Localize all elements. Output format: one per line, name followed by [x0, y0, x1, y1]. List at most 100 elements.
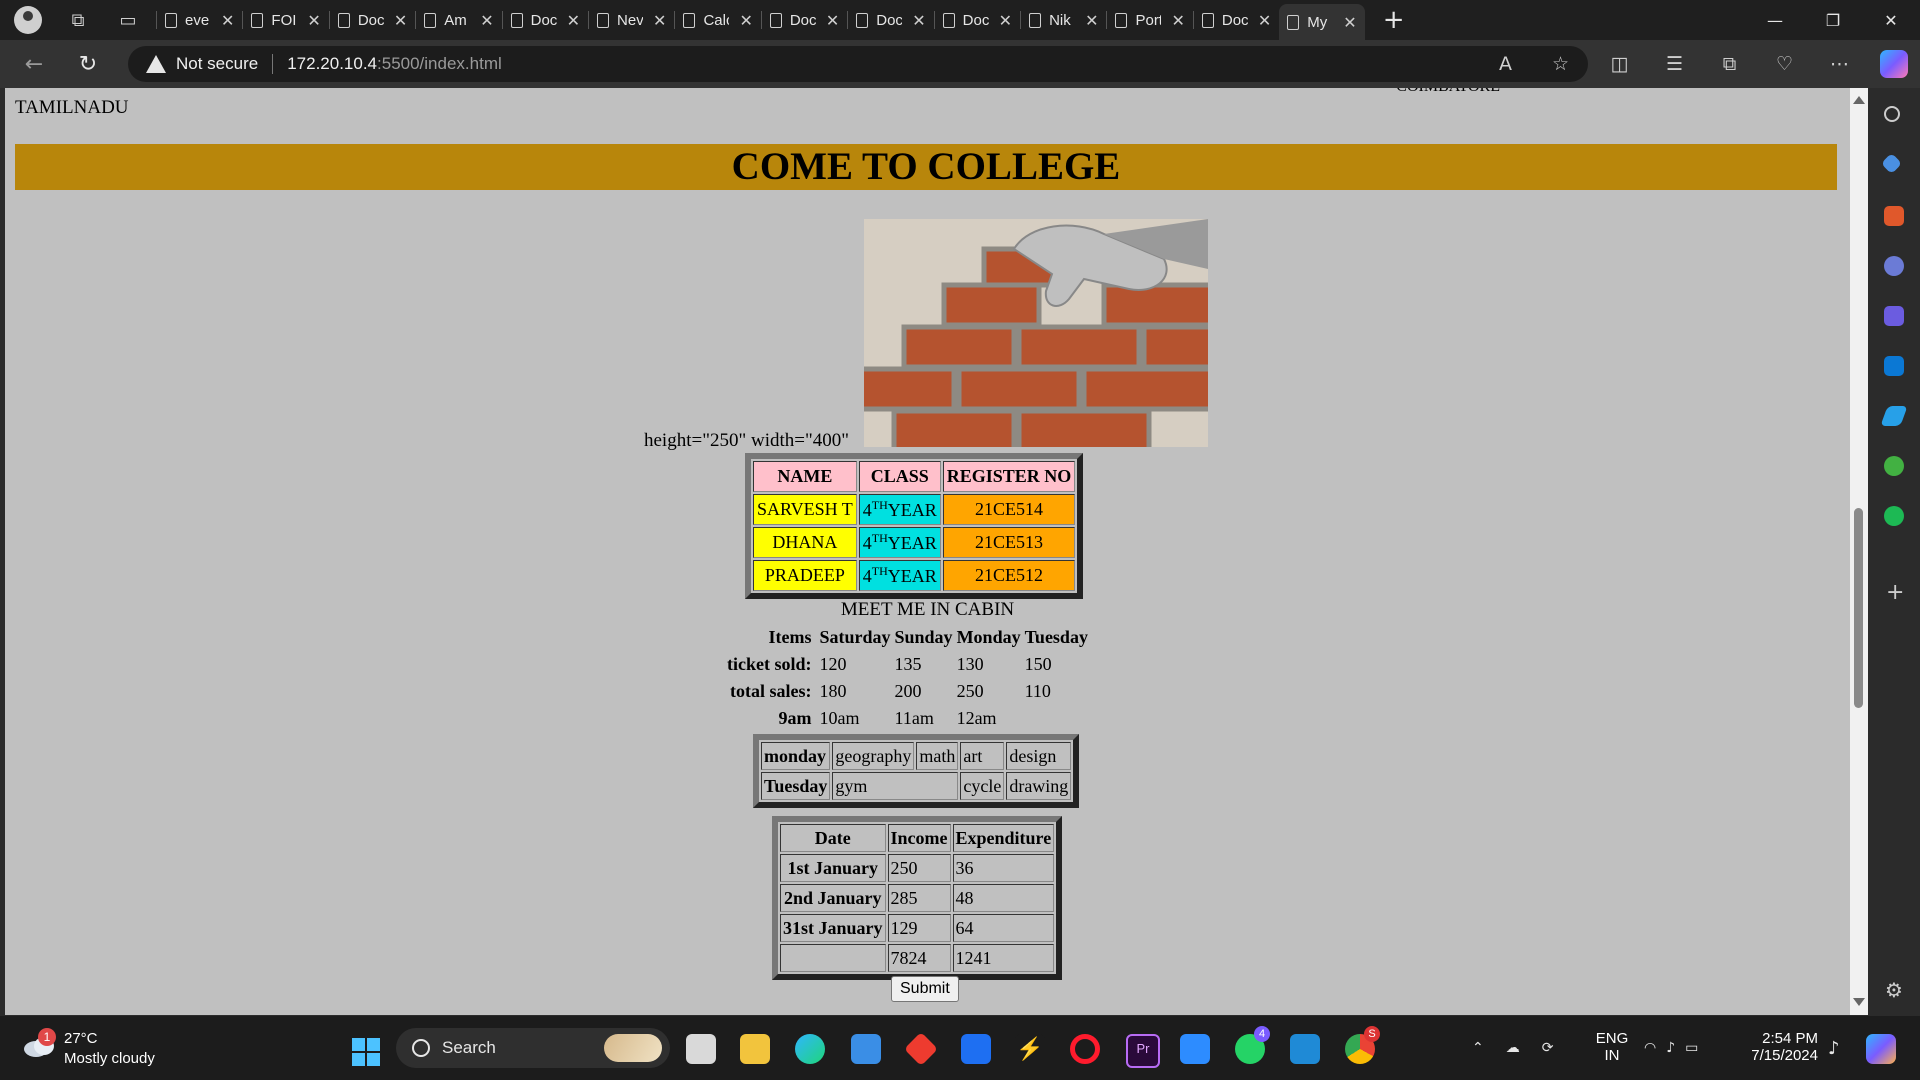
register-number-cell: 21CE512: [942, 560, 1076, 591]
finance-table: Date Income Expenditure 1st January 250 …: [772, 816, 1063, 980]
url-host[interactable]: 172.20.10.4: [287, 54, 377, 74]
sync-icon[interactable]: ⟳: [1542, 1040, 1554, 1056]
tab-actions-icon[interactable]: ▭: [114, 6, 142, 34]
close-tab-icon[interactable]: ✕: [1171, 11, 1184, 30]
file-explorer-icon[interactable]: [740, 1034, 770, 1064]
shopping-tag-icon[interactable]: [1880, 152, 1903, 175]
workspaces-icon[interactable]: ⧉: [64, 6, 92, 34]
security-label[interactable]: Not secure: [176, 54, 258, 74]
close-tab-icon[interactable]: ✕: [826, 11, 839, 30]
outlook-icon[interactable]: [1884, 356, 1904, 376]
premiere-pro-icon[interactable]: Pr: [1126, 1034, 1160, 1068]
scroll-down-icon[interactable]: [1853, 998, 1865, 1006]
table-header-row: Items Saturday Sunday Monday Tuesday: [727, 626, 1088, 649]
close-tab-icon[interactable]: ✕: [1343, 13, 1356, 32]
anydesk-icon[interactable]: [904, 1032, 938, 1066]
chrome-profile-badge: S: [1364, 1026, 1380, 1042]
close-tab-icon[interactable]: ✕: [307, 11, 320, 30]
new-tab-icon[interactable]: +: [1383, 5, 1405, 35]
games-icon[interactable]: [1884, 256, 1904, 276]
browser-tab[interactable]: Port ✕: [1107, 4, 1192, 36]
browser-essentials-icon[interactable]: ♡: [1757, 53, 1812, 75]
close-window-icon[interactable]: ✕: [1866, 0, 1916, 40]
taskbar-clock[interactable]: 2:54 PM 7/15/2024: [1742, 1030, 1818, 1064]
opera-icon[interactable]: [1070, 1034, 1100, 1064]
close-tab-icon[interactable]: ✕: [999, 11, 1012, 30]
copilot-taskbar-icon[interactable]: [1866, 1034, 1896, 1064]
collections-icon[interactable]: ⧉: [1702, 53, 1757, 75]
spotify-icon[interactable]: [1884, 506, 1904, 526]
network-volume-battery[interactable]: ◠ ♪ ▭: [1644, 1016, 1698, 1080]
browser-tab-active[interactable]: My ✕: [1279, 4, 1365, 40]
notification-bell-icon[interactable]: ♪: [1828, 1038, 1840, 1059]
split-screen-icon[interactable]: ◫: [1592, 53, 1647, 75]
edge-browser-icon[interactable]: [795, 1034, 825, 1064]
close-tab-icon[interactable]: ✕: [567, 11, 580, 30]
close-tab-icon[interactable]: ✕: [394, 11, 407, 30]
close-tab-icon[interactable]: ✕: [653, 11, 666, 30]
dropbox-icon[interactable]: [961, 1034, 991, 1064]
table-header-row: NAME CLASS REGISTER NO: [753, 461, 1076, 492]
mail-icon[interactable]: [851, 1034, 881, 1064]
browser-tab[interactable]: Doc ✕: [503, 4, 588, 36]
browser-tab[interactable]: Doc ✕: [848, 4, 933, 36]
submit-button[interactable]: Submit: [891, 976, 959, 1002]
column-header: CLASS: [858, 461, 941, 492]
document-icon: [597, 12, 610, 28]
vscode-icon[interactable]: [1290, 1034, 1320, 1064]
page-scrollbar[interactable]: [1850, 88, 1868, 1015]
onedrive-icon[interactable]: ☁: [1506, 1040, 1520, 1056]
browser-tab[interactable]: Am ✕: [416, 4, 501, 36]
browser-tab[interactable]: Doc ✕: [330, 4, 415, 36]
browser-tab[interactable]: Doc ✕: [762, 4, 847, 36]
scroll-up-icon[interactable]: [1853, 96, 1865, 104]
close-tab-icon[interactable]: ✕: [1258, 11, 1271, 30]
taskbar-search-box[interactable]: Search: [396, 1028, 670, 1068]
browser-tab[interactable]: Calc✕: [675, 4, 760, 36]
windows-start-icon[interactable]: [352, 1038, 380, 1066]
telegram-icon[interactable]: [1880, 406, 1908, 426]
url-path[interactable]: :5500/index.html: [377, 54, 502, 74]
browser-tab[interactable]: Doc ✕: [935, 4, 1020, 36]
browser-tab[interactable]: Nik ✕: [1021, 4, 1106, 36]
close-tab-icon[interactable]: ✕: [221, 11, 234, 30]
favorite-star-icon[interactable]: ☆: [1533, 53, 1588, 75]
close-tab-icon[interactable]: ✕: [739, 11, 752, 30]
close-tab-icon[interactable]: ✕: [912, 11, 925, 30]
column-header: Sunday: [894, 627, 953, 647]
minimize-icon[interactable]: —: [1750, 0, 1800, 40]
chevron-up-icon[interactable]: ⌃: [1472, 1040, 1484, 1056]
more-menu-icon[interactable]: ⋯: [1812, 53, 1867, 75]
copilot-apps-icon[interactable]: [1884, 306, 1904, 326]
task-view-icon[interactable]: [686, 1034, 716, 1064]
tools-icon[interactable]: [1884, 206, 1904, 226]
table-row: total sales: 180 200 250 110: [727, 680, 1088, 703]
reload-icon[interactable]: ↻: [70, 46, 106, 82]
address-bar[interactable]: Not secure 172.20.10.4:5500/index.html: [128, 46, 1588, 82]
zoom-icon[interactable]: [1180, 1034, 1210, 1064]
table-cell: 64: [952, 914, 1055, 942]
search-icon[interactable]: [1884, 106, 1900, 122]
add-sidebar-icon[interactable]: +: [1886, 580, 1904, 605]
weather-temperature[interactable]: 27°C: [64, 1030, 98, 1047]
browser-tab[interactable]: FOI ✕: [243, 4, 328, 36]
close-tab-icon[interactable]: ✕: [1085, 11, 1098, 30]
student-class-cell: 4THYEAR: [858, 527, 941, 558]
back-arrow-icon[interactable]: ←: [16, 46, 52, 82]
language-indicator[interactable]: ENG IN: [1594, 1030, 1630, 1064]
browser-tab[interactable]: Doc ✕: [1194, 4, 1279, 36]
browser-tab[interactable]: eve ✕: [157, 4, 242, 36]
browser-tab[interactable]: Nev ✕: [589, 4, 674, 36]
copilot-icon[interactable]: [1880, 50, 1908, 78]
profile-avatar-icon[interactable]: [14, 6, 42, 34]
favorites-icon[interactable]: ☰: [1647, 53, 1702, 75]
settings-gear-icon[interactable]: ⚙: [1885, 978, 1903, 1002]
student-name-cell: DHANA: [753, 527, 857, 558]
bolt-app-icon[interactable]: ⚡: [1015, 1034, 1045, 1064]
restore-icon[interactable]: ❐: [1808, 0, 1858, 40]
read-aloud-icon[interactable]: A: [1478, 53, 1533, 75]
tree-icon[interactable]: [1884, 456, 1904, 476]
close-tab-icon[interactable]: ✕: [480, 11, 493, 30]
weather-description[interactable]: Mostly cloudy: [64, 1050, 155, 1067]
scrollbar-thumb[interactable]: [1854, 508, 1863, 708]
